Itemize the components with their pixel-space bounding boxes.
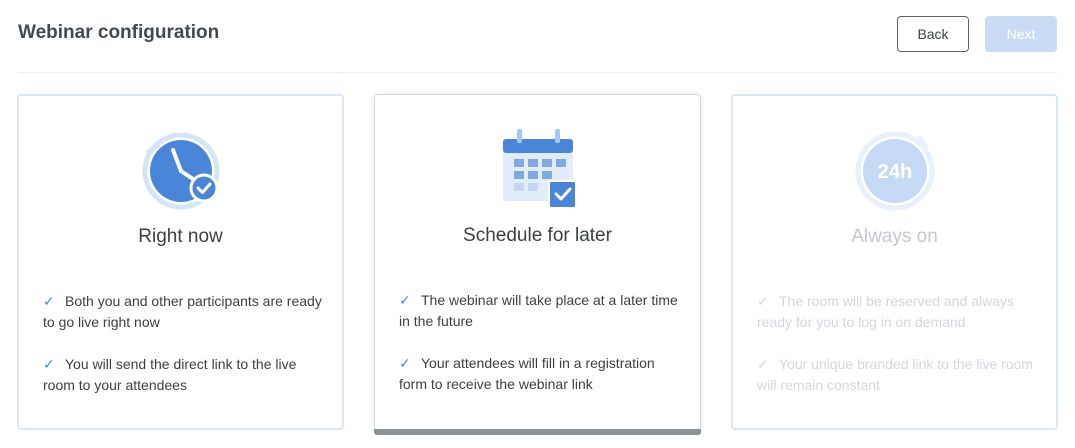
feature-text: You will send the direct link to the liv… [43,356,297,393]
feature-text: The room will be reserved and always rea… [757,293,1014,330]
check-icon: ✓ [43,293,55,309]
feature-item: ✓ Your attendees will fill in a registrat… [399,353,682,395]
feature-text: Your attendees will fill in a registrati… [399,355,655,392]
feature-text: The webinar will take place at a later t… [399,292,678,329]
feature-item: ✓ Both you and other participants are rea… [43,291,324,333]
feature-item: ✓ The room will be reserved and always re… [757,291,1038,333]
back-button[interactable]: Back [897,16,969,52]
feature-item: ✓ Your unique branded link to the live ro… [757,354,1038,396]
clock-check-icon [136,126,226,216]
feature-text: Both you and other participants are read… [43,293,322,330]
feature-item: ✓ You will send the direct link to the li… [43,354,324,396]
header: Webinar configuration Back Next [0,0,1075,74]
check-icon: ✓ [757,293,769,309]
check-icon: ✓ [399,355,411,371]
calendar-check-icon [493,125,583,215]
page-title: Webinar configuration [18,22,220,43]
check-icon: ✓ [43,356,55,372]
feature-text: Your unique branded link to the live roo… [757,356,1033,393]
option-card-right-now[interactable]: Right now ✓ Both you and other participan… [17,94,344,430]
24h-icon: 24h [850,126,940,216]
feature-item: ✓ The webinar will take place at a later … [399,290,682,332]
card-title: Always on [851,226,938,247]
card-title: Right now [138,226,223,247]
check-icon: ✓ [399,292,411,308]
option-card-always-on[interactable]: 24h Always on ✓ The room will be reserved… [731,94,1058,430]
check-icon: ✓ [757,356,769,372]
option-card-schedule-for-later[interactable]: Schedule for later ✓ The webinar will tak… [374,94,701,435]
header-divider [18,72,1057,73]
card-title: Schedule for later [463,225,612,246]
next-button[interactable]: Next [985,16,1057,52]
selected-indicator [374,429,701,435]
24h-icon-label: 24h [877,161,911,183]
